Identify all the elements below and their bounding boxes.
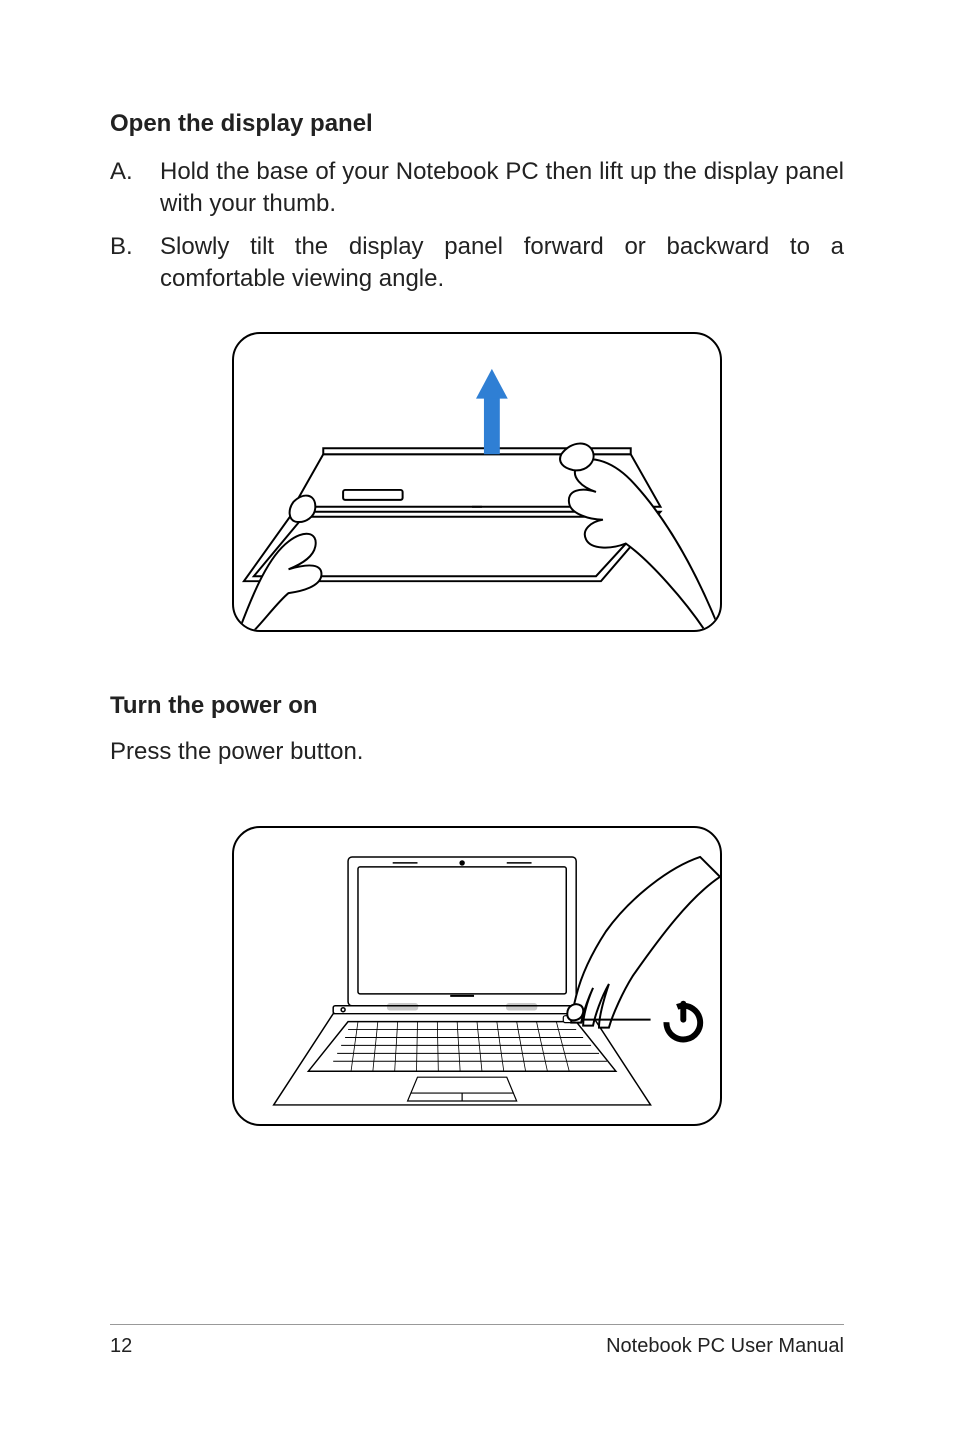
list-text: Slowly tilt the display panel forward or…	[160, 231, 844, 296]
page-number: 12	[110, 1335, 132, 1358]
list-marker: A.	[110, 156, 160, 221]
list-text: Hold the base of your Notebook PC then l…	[160, 156, 844, 221]
figure-power-on	[110, 826, 844, 1126]
figure-open-display	[110, 332, 844, 632]
open-display-illustration-icon	[234, 332, 720, 632]
footer-rule	[110, 1324, 844, 1325]
heading-open-display: Open the display panel	[110, 110, 844, 138]
manual-page: Open the display panel A. Hold the base …	[0, 0, 954, 1438]
list-marker: B.	[110, 231, 160, 296]
power-on-illustration-icon	[234, 826, 720, 1126]
figure-frame	[232, 826, 722, 1126]
page-footer: 12 Notebook PC User Manual	[110, 1324, 844, 1358]
doc-title: Notebook PC User Manual	[606, 1335, 844, 1358]
steps-list: A. Hold the base of your Notebook PC the…	[110, 156, 844, 296]
body-press-power: Press the power button.	[110, 738, 844, 766]
list-item: A. Hold the base of your Notebook PC the…	[110, 156, 844, 221]
power-icon	[660, 999, 707, 1046]
figure-frame	[232, 332, 722, 632]
heading-turn-power-on: Turn the power on	[110, 692, 844, 720]
list-item: B. Slowly tilt the display panel forward…	[110, 231, 844, 296]
